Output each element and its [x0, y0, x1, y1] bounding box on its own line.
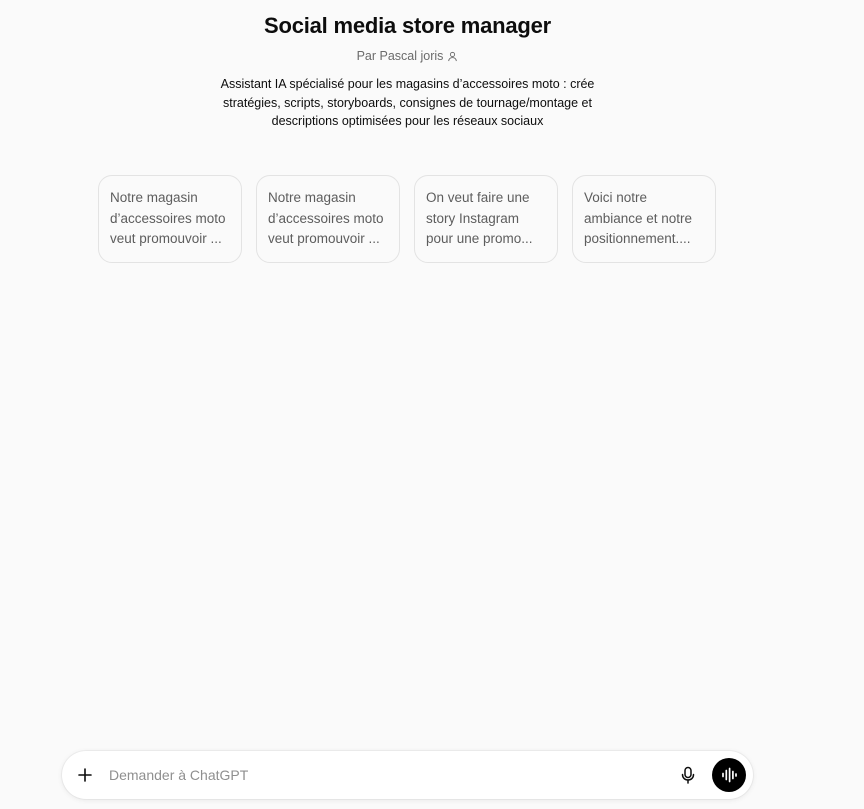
plus-icon: [78, 768, 92, 782]
prompt-input[interactable]: [101, 751, 672, 799]
gpt-header: Social media store manager Par Pascal jo…: [0, 12, 815, 131]
conversation-starter[interactable]: On veut faire une story Instagram pour u…: [414, 175, 558, 263]
gpt-author-label: Par Pascal joris: [356, 49, 444, 63]
conversation-starter-text: On veut faire une story Instagram pour u…: [426, 190, 533, 246]
gpt-description: Assistant IA spécialisé pour les magasin…: [220, 77, 595, 128]
conversation-starter-text: Notre magasin d’accessoires moto veut pr…: [268, 190, 384, 246]
dictate-button[interactable]: [672, 759, 704, 791]
gpt-landing-page: Social media store manager Par Pascal jo…: [0, 0, 864, 809]
conversation-starter-text: Notre magasin d’accessoires moto veut pr…: [110, 190, 226, 246]
user-icon: [448, 51, 458, 61]
microphone-icon: [681, 766, 695, 784]
conversation-starter-text: Voici notre ambiance et notre positionne…: [584, 190, 693, 246]
gpt-title: Social media store manager: [263, 13, 552, 38]
voice-mode-button[interactable]: [712, 758, 746, 792]
gpt-author[interactable]: Par Pascal joris: [357, 48, 459, 64]
voice-waveform-icon: [722, 767, 737, 783]
conversation-starters: Notre magasin d’accessoires moto veut pr…: [98, 175, 716, 263]
message-composer: [62, 751, 753, 799]
add-attachment-button[interactable]: [69, 759, 101, 791]
conversation-starter[interactable]: Voici notre ambiance et notre positionne…: [572, 175, 716, 263]
conversation-starter[interactable]: Notre magasin d’accessoires moto veut pr…: [98, 175, 242, 263]
conversation-starter[interactable]: Notre magasin d’accessoires moto veut pr…: [256, 175, 400, 263]
